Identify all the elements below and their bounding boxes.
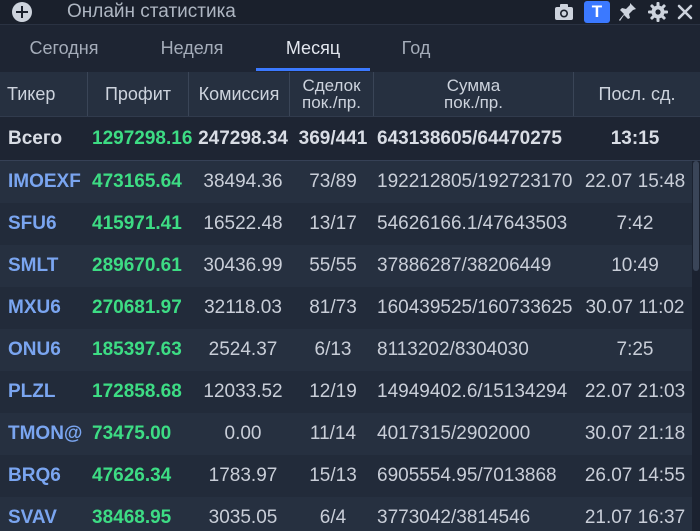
commission-cell: 2524.37 xyxy=(208,339,278,360)
deals-cell: 73/89 xyxy=(309,171,357,192)
window-titlebar: Онлайн статистика T xyxy=(0,0,700,25)
sum-cell: 192212805/192723170 xyxy=(377,171,573,192)
total-last-trade: 13:15 xyxy=(610,127,660,149)
table-row[interactable]: IMOEXF 473165.64 38494.36 73/89 19221280… xyxy=(0,161,692,204)
profit-cell: 73475.00 xyxy=(92,423,172,444)
last-trade-cell: 22.07 21:03 xyxy=(584,381,686,402)
deals-cell: 6/13 xyxy=(314,339,352,360)
profit-cell: 38468.95 xyxy=(92,507,172,528)
window-title: Онлайн статистика xyxy=(67,1,236,22)
commission-cell: 0.00 xyxy=(224,423,262,444)
ticker-cell: SMLT xyxy=(8,255,59,276)
pin-icon[interactable] xyxy=(617,0,639,24)
table-row[interactable]: TMON@ 73475.00 0.00 11/14 4017315/290200… xyxy=(0,413,692,456)
tab-month[interactable]: Месяц xyxy=(262,25,364,71)
table-row[interactable]: ONU6 185397.63 2524.37 6/13 8113202/8304… xyxy=(0,329,692,372)
sum-header-line2: пок./пр. xyxy=(444,93,503,112)
sum-cell: 14949402.6/15134294 xyxy=(377,381,568,402)
last-trade-cell: 30.07 21:18 xyxy=(584,423,686,444)
vertical-scrollbar[interactable] xyxy=(692,161,700,531)
last-trade-cell: 22.07 15:48 xyxy=(584,171,686,192)
scrollbar-thumb[interactable] xyxy=(693,161,699,271)
sum-header-line1: Сумма xyxy=(446,76,501,95)
deals-header-line2: пок./пр. xyxy=(302,93,361,112)
column-header-ticker[interactable]: Тикер xyxy=(0,72,88,116)
deals-cell: 12/19 xyxy=(309,381,357,402)
plus-circle-icon[interactable] xyxy=(12,2,32,22)
ticker-cell: TMON@ xyxy=(8,423,83,444)
last-trade-cell: 21.07 16:37 xyxy=(584,507,686,528)
profit-cell: 172858.68 xyxy=(92,381,182,402)
commission-cell: 3035.05 xyxy=(208,507,278,528)
table-header: Тикер Профит Комиссия Сделок пок./пр. Су… xyxy=(0,72,700,117)
sum-cell: 54626166.1/47643503 xyxy=(377,213,568,234)
last-trade-cell: 7:42 xyxy=(616,213,654,234)
column-header-profit[interactable]: Профит xyxy=(88,72,189,116)
last-trade-cell: 30.07 11:02 xyxy=(585,297,685,318)
ticker-cell: BRQ6 xyxy=(8,465,61,486)
column-header-commission[interactable]: Комиссия xyxy=(189,72,290,116)
table-row[interactable]: SVAV 38468.95 3035.05 6/4 3773042/381454… xyxy=(0,497,692,531)
last-trade-cell: 26.07 14:55 xyxy=(584,465,686,486)
tab-year[interactable]: Год xyxy=(376,25,456,71)
ticker-cell: ONU6 xyxy=(8,339,61,360)
period-tabs: Сегодня Неделя Месяц Год xyxy=(0,25,700,71)
table-row[interactable]: PLZL 172858.68 12033.52 12/19 14949402.6… xyxy=(0,371,692,414)
table-row[interactable]: BRQ6 47626.34 1783.97 15/13 6905554.95/7… xyxy=(0,455,692,498)
sum-cell: 160439525/160733625 xyxy=(377,297,573,318)
commission-cell: 1783.97 xyxy=(208,465,278,486)
sum-cell: 8113202/8304030 xyxy=(377,339,529,360)
camera-icon[interactable] xyxy=(553,0,575,24)
deals-cell: 81/73 xyxy=(309,297,357,318)
total-commission: 247298.34 xyxy=(198,127,288,149)
column-header-deals[interactable]: Сделок пок./пр. xyxy=(290,72,374,116)
table-row[interactable]: SFU6 415971.41 16522.48 13/17 54626166.1… xyxy=(0,203,692,246)
profit-cell: 185397.63 xyxy=(92,339,182,360)
commission-cell: 38494.36 xyxy=(203,171,283,192)
t-toggle-button[interactable]: T xyxy=(584,1,610,23)
deals-cell: 55/55 xyxy=(309,255,357,276)
ticker-cell: MXU6 xyxy=(8,297,61,318)
total-row: Всего 1297298.16 247298.34 369/441 64313… xyxy=(0,117,700,162)
total-label: Всего xyxy=(8,127,63,149)
table-row[interactable]: MXU6 270681.97 32118.03 81/73 160439525/… xyxy=(0,287,692,330)
ticker-cell: IMOEXF xyxy=(8,171,81,192)
deals-cell: 6/4 xyxy=(319,507,347,528)
last-trade-cell: 7:25 xyxy=(616,339,654,360)
deals-header-line1: Сделок xyxy=(302,76,361,95)
active-tab-indicator xyxy=(256,68,370,71)
column-header-last-trade[interactable]: Посл. сд. xyxy=(574,72,700,116)
tab-today[interactable]: Сегодня xyxy=(14,25,114,71)
commission-cell: 30436.99 xyxy=(203,255,283,276)
column-header-sum[interactable]: Сумма пок./пр. xyxy=(374,72,574,116)
ticker-cell: PLZL xyxy=(8,381,56,402)
profit-cell: 473165.64 xyxy=(92,171,182,192)
gear-icon[interactable] xyxy=(647,0,669,24)
tab-week[interactable]: Неделя xyxy=(142,25,242,71)
profit-cell: 289670.61 xyxy=(92,255,182,276)
ticker-cell: SFU6 xyxy=(8,213,57,234)
total-profit: 1297298.16 xyxy=(92,127,192,149)
total-sum: 643138605/64470275 xyxy=(377,127,562,149)
sum-cell: 6905554.95/7013868 xyxy=(377,465,557,486)
profit-cell: 415971.41 xyxy=(92,213,182,234)
close-icon[interactable] xyxy=(673,0,697,24)
sum-cell: 3773042/3814546 xyxy=(377,507,531,528)
table-row[interactable]: SMLT 289670.61 30436.99 55/55 37886287/3… xyxy=(0,245,692,288)
sum-cell: 37886287/38206449 xyxy=(377,255,552,276)
profit-cell: 270681.97 xyxy=(92,297,182,318)
deals-cell: 11/14 xyxy=(309,423,357,444)
deals-cell: 13/17 xyxy=(309,213,357,234)
commission-cell: 32118.03 xyxy=(204,297,282,318)
commission-cell: 12033.52 xyxy=(203,381,283,402)
total-deals: 369/441 xyxy=(298,127,368,149)
last-trade-cell: 10:49 xyxy=(611,255,659,276)
deals-cell: 15/13 xyxy=(309,465,357,486)
commission-cell: 16522.48 xyxy=(203,213,283,234)
sum-cell: 4017315/2902000 xyxy=(377,423,531,444)
ticker-cell: SVAV xyxy=(8,507,57,528)
profit-cell: 47626.34 xyxy=(92,465,172,486)
